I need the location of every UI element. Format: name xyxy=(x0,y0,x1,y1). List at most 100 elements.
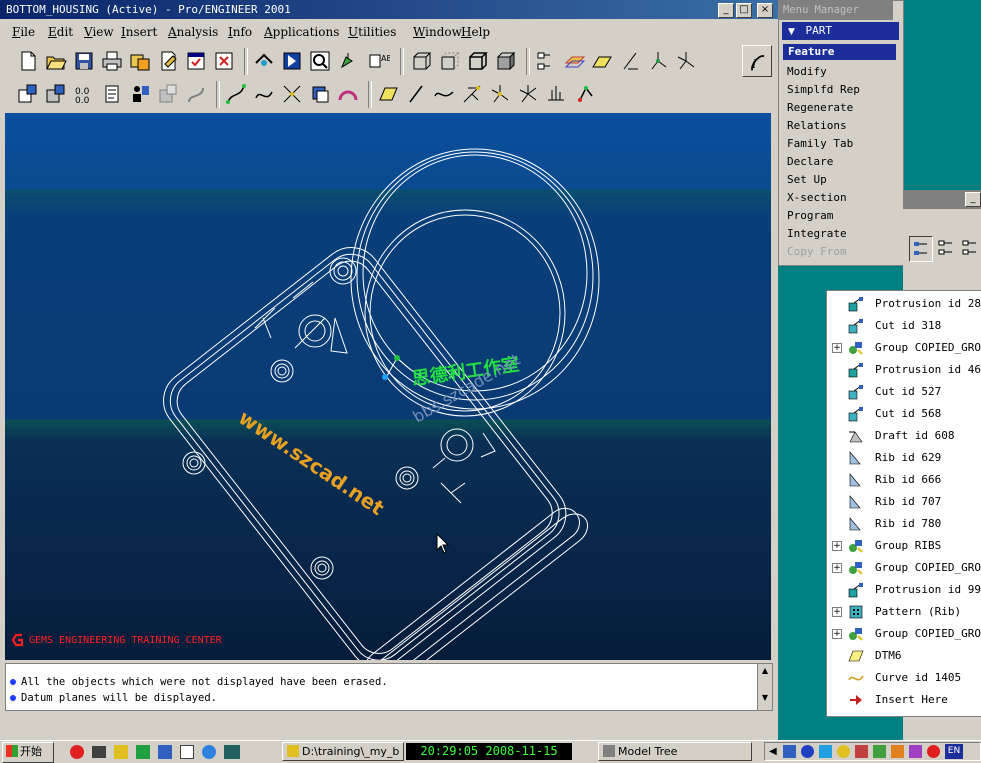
new-icon[interactable] xyxy=(16,49,40,73)
info-icon[interactable] xyxy=(100,82,124,106)
close-window-icon[interactable] xyxy=(212,49,236,73)
update-icon[interactable] xyxy=(873,745,886,758)
curve-tool-icon[interactable] xyxy=(432,82,456,106)
menu-item-x-section[interactable]: X-section xyxy=(787,191,847,204)
expand-plus-icon[interactable]: + xyxy=(832,607,842,617)
menu-item-declare[interactable]: Declare xyxy=(787,155,833,168)
browser-icon[interactable] xyxy=(70,745,84,759)
tree-item[interactable]: + Group COPIED_GROUP xyxy=(827,557,981,579)
menu-item-program[interactable]: Program xyxy=(787,209,833,222)
message-scrollbar[interactable]: ▲ ▼ xyxy=(757,664,772,710)
spin-icon[interactable] xyxy=(336,49,360,73)
minimize-button[interactable]: _ xyxy=(718,3,734,18)
menu-item-set-up[interactable]: Set Up xyxy=(787,173,827,186)
tree-item[interactable]: + Group COPIED_GROUP xyxy=(827,337,981,359)
menu-file[interactable]: File xyxy=(12,25,35,39)
tree-item[interactable]: + Group RIBS xyxy=(827,535,981,557)
tree-settings-icon[interactable] xyxy=(909,236,933,262)
expand-plus-icon[interactable]: + xyxy=(832,541,842,551)
tree-item[interactable]: Protrusion id 466 xyxy=(827,359,981,381)
tree-item[interactable]: Cut id 527 xyxy=(827,381,981,403)
tree-item[interactable]: Rib id 666 xyxy=(827,469,981,491)
menu-insert[interactable]: Insert xyxy=(121,25,157,39)
tree-item[interactable]: Curve id 1405 xyxy=(827,667,981,689)
tree-minimize-button[interactable]: _ xyxy=(965,192,981,207)
plane-tool-icon[interactable] xyxy=(376,82,400,106)
feature-icon[interactable] xyxy=(16,82,40,106)
relations-icon[interactable] xyxy=(156,82,180,106)
measure-icon[interactable] xyxy=(308,82,332,106)
tree-item[interactable]: Rib id 707 xyxy=(827,491,981,513)
datum-sketch-icon[interactable] xyxy=(574,82,598,106)
intersect-icon[interactable] xyxy=(516,82,540,106)
language-indicator[interactable]: EN xyxy=(945,744,963,759)
task-training-folder[interactable]: D:\training\_my_b xyxy=(282,742,404,761)
tree-item[interactable]: + Group COPIED_GROUP xyxy=(827,623,981,645)
ie-icon[interactable] xyxy=(202,745,216,759)
axis-tool-icon[interactable] xyxy=(404,82,428,106)
tree-item[interactable]: + Pattern (Rib) xyxy=(827,601,981,623)
volume-icon[interactable] xyxy=(891,745,904,758)
repaint-icon[interactable] xyxy=(280,49,304,73)
calc-icon[interactable] xyxy=(224,745,240,759)
coordinate-system-icon[interactable] xyxy=(646,49,670,73)
model-display-icon[interactable]: AB xyxy=(366,49,392,73)
tree-filter-icon[interactable] xyxy=(937,238,955,258)
folder-icon[interactable] xyxy=(114,745,128,759)
tree-item[interactable]: Protrusion id 998 xyxy=(827,579,981,601)
media-icon[interactable] xyxy=(837,745,850,758)
menu-item-family-tab[interactable]: Family Tab xyxy=(787,137,853,150)
start-button[interactable]: 开始 xyxy=(2,742,54,763)
maximize-button[interactable]: □ xyxy=(736,3,752,18)
tree-item[interactable]: Cut id 568 xyxy=(827,403,981,425)
datum-point-icon[interactable] xyxy=(618,49,642,73)
menu-edit[interactable]: Edit xyxy=(48,25,73,39)
expand-plus-icon[interactable]: + xyxy=(832,563,842,573)
datum-csys-icon[interactable] xyxy=(280,82,304,106)
menu-item-feature[interactable]: Feature xyxy=(783,44,896,60)
orient-icon[interactable] xyxy=(252,49,276,73)
graphics-window[interactable]: 思德利工作室 bbs.szcade.net www.szcad.net GEMS… xyxy=(5,113,771,660)
sketch-icon[interactable] xyxy=(184,82,208,106)
tree-columns-icon[interactable] xyxy=(961,238,979,258)
menu-utilities[interactable]: Utilities xyxy=(348,25,396,39)
network-icon[interactable] xyxy=(783,745,796,758)
document-icon[interactable] xyxy=(180,745,194,759)
expand-plus-icon[interactable]: + xyxy=(832,343,842,353)
tree-item[interactable]: Rib id 780 xyxy=(827,513,981,535)
window-icon[interactable] xyxy=(184,49,208,73)
menu-info[interactable]: Info xyxy=(228,25,252,39)
model-tree-title-bar[interactable]: _ xyxy=(903,190,981,209)
menu-item-regenerate[interactable]: Regenerate xyxy=(787,101,853,114)
save-copy-icon[interactable] xyxy=(128,49,152,73)
menu-item-relations[interactable]: Relations xyxy=(787,119,847,132)
no-hidden-icon[interactable] xyxy=(464,49,488,73)
computer-icon[interactable] xyxy=(158,745,172,759)
model-tree-list[interactable]: Protrusion id 282 Cut id 318 + Group COPIED… xyxy=(826,290,981,717)
csys-display-icon[interactable] xyxy=(674,49,698,73)
chrome-icon[interactable] xyxy=(927,745,940,758)
save-icon[interactable] xyxy=(72,49,96,73)
datum-curve-icon[interactable] xyxy=(224,82,248,106)
copy-icon[interactable] xyxy=(44,82,68,106)
pattern-icon[interactable]: 0.0 0.0 xyxy=(72,82,96,106)
datum-plane-icon[interactable] xyxy=(562,49,586,73)
tree-item[interactable]: Cut id 318 xyxy=(827,315,981,337)
menu-analysis[interactable]: Analysis xyxy=(168,25,218,39)
feature-info-icon[interactable] xyxy=(128,82,152,106)
tree-item[interactable]: Rib id 629 xyxy=(827,447,981,469)
datum-axis-icon[interactable] xyxy=(590,49,614,73)
offset-icon[interactable] xyxy=(488,82,512,106)
expand-plus-icon[interactable]: + xyxy=(832,629,842,639)
zoom-icon[interactable] xyxy=(308,49,332,73)
close-button[interactable]: × xyxy=(757,3,773,18)
trim-icon[interactable] xyxy=(544,82,568,106)
datum-point-tool-icon[interactable] xyxy=(252,82,276,106)
tool-icon[interactable] xyxy=(855,745,868,758)
messenger-icon[interactable] xyxy=(819,745,832,758)
menu-applications[interactable]: Applications xyxy=(264,25,339,39)
open-icon[interactable] xyxy=(44,49,68,73)
point-tool-icon[interactable] xyxy=(460,82,484,106)
camera-icon[interactable] xyxy=(92,746,106,758)
antivirus-icon[interactable] xyxy=(909,745,922,758)
